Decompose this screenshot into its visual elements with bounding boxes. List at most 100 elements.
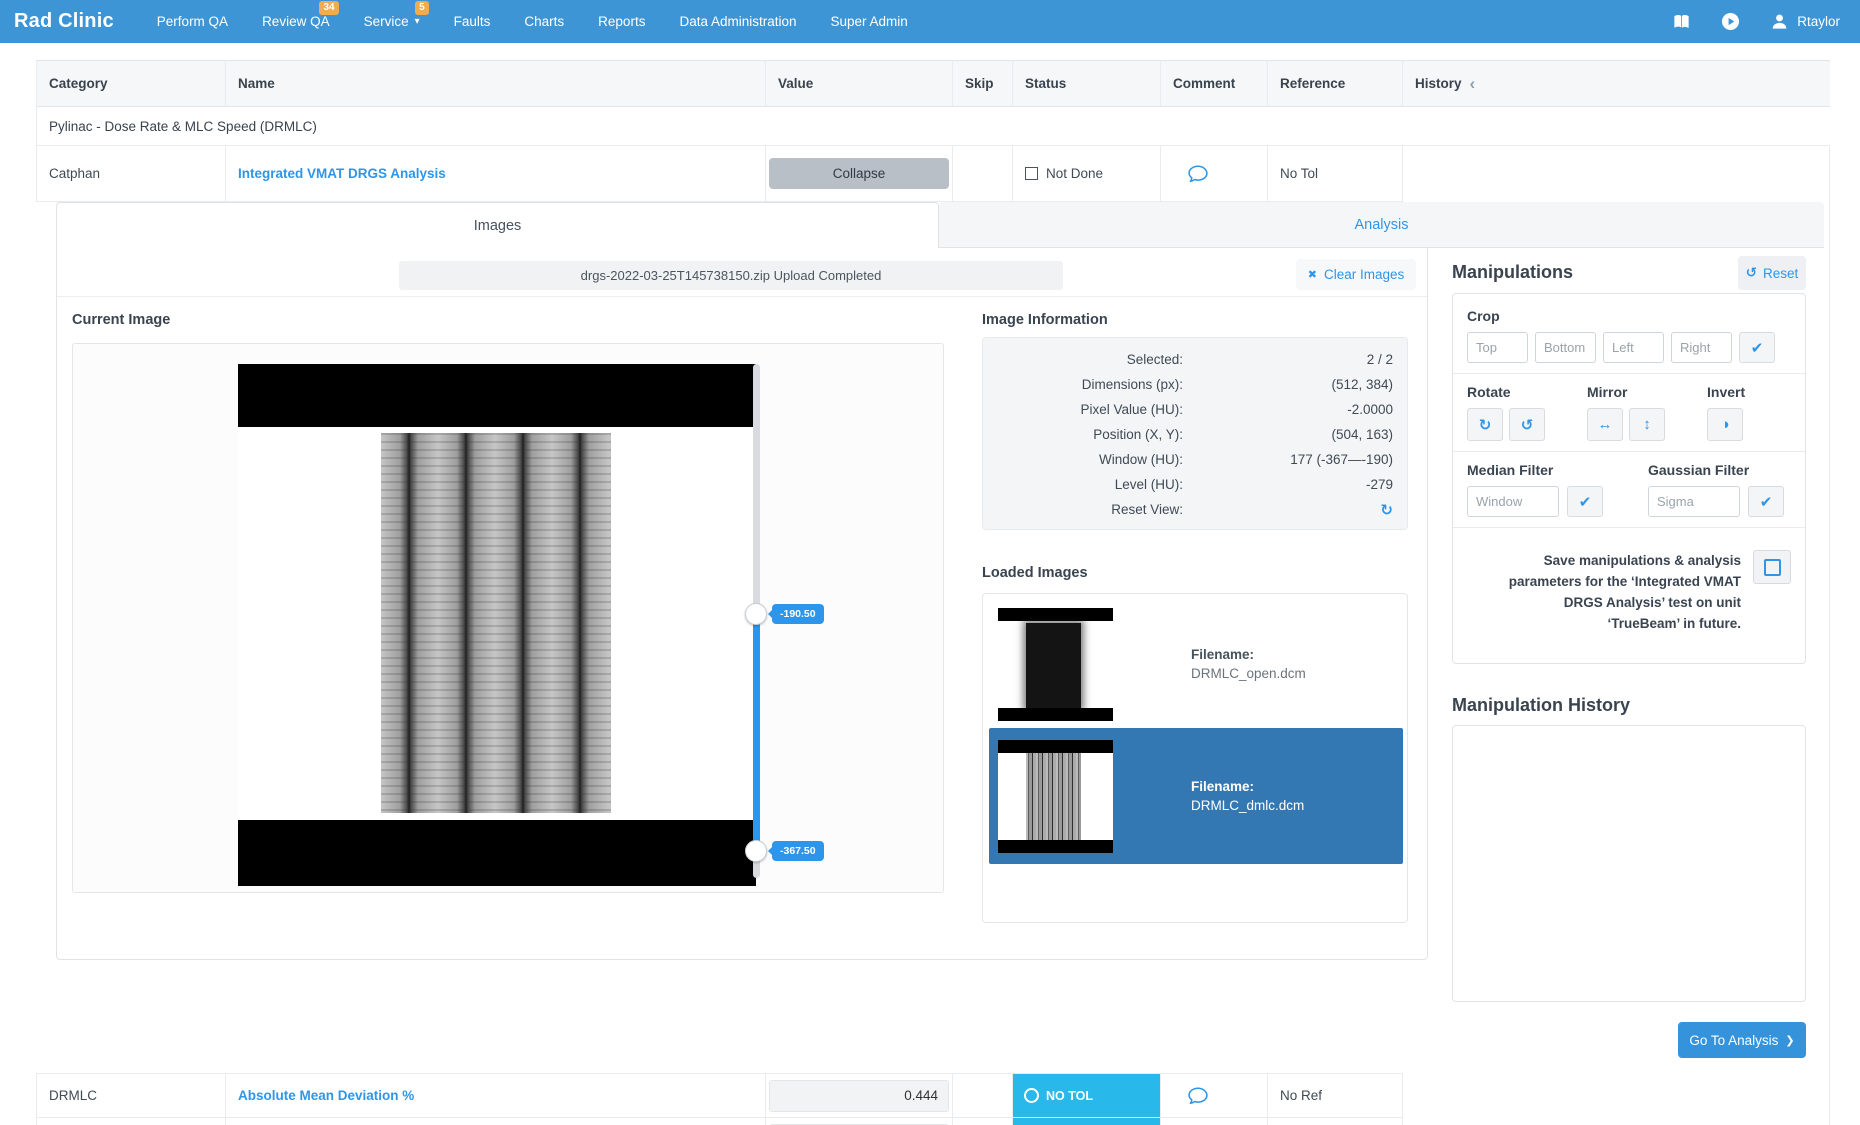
result-row-reference: No Ref bbox=[1267, 1073, 1402, 1117]
loaded-images-card: Filename: DRMLC_open.dcm Filename: DRMLC… bbox=[982, 593, 1408, 923]
rotate-cw-button[interactable]: ↻ bbox=[1467, 408, 1503, 441]
user-menu[interactable]: Rtaylor bbox=[1770, 12, 1840, 31]
info-row-selected: Selected: 2 / 2 bbox=[997, 347, 1393, 372]
column-header-skip: Skip bbox=[952, 60, 1012, 107]
result-row-skip bbox=[952, 1073, 1012, 1117]
info-row-dimensions: Dimensions (px): (512, 384) bbox=[997, 372, 1393, 397]
test-row-status: Not Done bbox=[1012, 146, 1160, 202]
reset-view-icon[interactable]: ↻ bbox=[1380, 502, 1393, 519]
info-row-reset-view: Reset View: ↻ bbox=[997, 497, 1393, 522]
column-header-category: Category bbox=[36, 60, 225, 107]
result-row-comment bbox=[1160, 1073, 1267, 1117]
column-header-name: Name bbox=[225, 60, 765, 107]
book-icon[interactable] bbox=[1672, 12, 1691, 31]
gaussian-apply-button[interactable]: ✔ bbox=[1748, 486, 1784, 517]
thumbnail-open bbox=[998, 608, 1113, 721]
nav-item-super-admin[interactable]: Super Admin bbox=[814, 0, 925, 43]
gaussian-filter-label: Gaussian Filter bbox=[1648, 462, 1784, 478]
result-row-category: DRMLC bbox=[36, 1073, 225, 1117]
caret-down-icon: ▾ bbox=[415, 16, 420, 27]
column-header-history: History ‹ bbox=[1402, 60, 1830, 107]
nav-item-perform-qa[interactable]: Perform QA bbox=[140, 0, 245, 43]
brand[interactable]: Rad Clinic bbox=[14, 10, 114, 33]
no-tol-badge: NO TOL bbox=[1012, 1117, 1160, 1125]
invert-button[interactable]: ◑ bbox=[1707, 408, 1743, 441]
tab-images[interactable]: Images bbox=[56, 202, 939, 248]
history-collapse-icon[interactable]: ‹ bbox=[1470, 75, 1476, 92]
undo-icon: ↺ bbox=[1746, 265, 1757, 281]
result-row-skip bbox=[952, 1117, 1012, 1125]
info-row-window: Window (HU): 177 (-367—-190) bbox=[997, 447, 1393, 472]
comment-icon[interactable] bbox=[1187, 1086, 1209, 1106]
test-row-name: Integrated VMAT DRGS Analysis bbox=[225, 146, 765, 202]
info-row-level: Level (HU): -279 bbox=[997, 472, 1393, 497]
loaded-image-item-open[interactable]: Filename: DRMLC_open.dcm bbox=[989, 600, 1403, 728]
nav-item-faults[interactable]: Faults bbox=[437, 0, 508, 43]
not-done-checkbox[interactable] bbox=[1025, 167, 1038, 180]
nav-item-reports[interactable]: Reports bbox=[581, 0, 662, 43]
medical-image-top-band bbox=[238, 364, 756, 427]
service-count-badge: 5 bbox=[415, 1, 429, 15]
collapse-button[interactable]: Collapse bbox=[769, 158, 949, 189]
clear-images-button[interactable]: ✖ Clear Images bbox=[1296, 259, 1416, 290]
crop-left-input[interactable] bbox=[1603, 332, 1664, 363]
test-row-reference: No Tol bbox=[1267, 146, 1402, 202]
column-header-status: Status bbox=[1012, 60, 1160, 107]
column-header-comment: Comment bbox=[1160, 60, 1267, 107]
test-row-value: Collapse bbox=[765, 146, 952, 202]
filename-label: Filename: bbox=[1191, 645, 1306, 664]
tab-analysis[interactable]: Analysis bbox=[939, 202, 1824, 248]
chevron-right-icon: ❯ bbox=[1785, 1034, 1794, 1047]
info-row-position: Position (X, Y): (504, 163) bbox=[997, 422, 1393, 447]
clear-x-icon: ✖ bbox=[1308, 268, 1317, 281]
nav-item-charts[interactable]: Charts bbox=[507, 0, 581, 43]
play-circle-icon[interactable] bbox=[1721, 12, 1740, 31]
crop-apply-button[interactable]: ✔ bbox=[1739, 332, 1775, 363]
test-row-category: Catphan bbox=[36, 146, 225, 202]
rotate-label: Rotate bbox=[1467, 384, 1545, 400]
loaded-image-item-dmlc-selected[interactable]: Filename: DRMLC_dmlc.dcm bbox=[989, 728, 1403, 864]
nav-item-service[interactable]: Service ▾ 5 bbox=[347, 0, 437, 43]
result-row-value bbox=[765, 1073, 952, 1117]
test-row-history bbox=[1402, 146, 1830, 202]
manipulations-title: Manipulations bbox=[1452, 262, 1573, 283]
navbar-right: Rtaylor bbox=[1672, 12, 1840, 31]
images-card-divider bbox=[57, 296, 1427, 297]
thumbnail-dmlc bbox=[998, 740, 1113, 853]
current-image-title: Current Image bbox=[72, 312, 170, 328]
crop-top-input[interactable] bbox=[1467, 332, 1528, 363]
result-value-input[interactable] bbox=[769, 1080, 949, 1112]
invert-label: Invert bbox=[1707, 384, 1745, 400]
test-name-link[interactable]: Integrated VMAT DRGS Analysis bbox=[238, 166, 446, 181]
comment-icon[interactable] bbox=[1187, 164, 1209, 184]
result-row-category: DRMLC bbox=[36, 1117, 225, 1125]
slider-handle-upper[interactable] bbox=[745, 603, 767, 625]
window-level-slider-range bbox=[753, 614, 760, 851]
no-tol-badge: NO TOL bbox=[1012, 1073, 1160, 1117]
manipulations-panel: Crop ✔ Rotate ↻ ↺ Mirror ↔ ↕ bbox=[1452, 293, 1806, 664]
medical-image-bottom-band bbox=[238, 820, 756, 886]
info-row-pixel-value: Pixel Value (HU): -2.0000 bbox=[997, 397, 1393, 422]
filename-label: Filename: bbox=[1191, 777, 1304, 796]
nav-item-data-administration[interactable]: Data Administration bbox=[662, 0, 813, 43]
mlc-stripe-pattern bbox=[381, 433, 611, 813]
go-to-analysis-button[interactable]: Go To Analysis ❯ bbox=[1678, 1022, 1806, 1058]
result-name-link[interactable]: Absolute Mean Deviation % bbox=[238, 1088, 414, 1103]
gaussian-sigma-input[interactable] bbox=[1648, 486, 1740, 517]
rotate-ccw-button[interactable]: ↺ bbox=[1509, 408, 1545, 441]
result-row-history bbox=[1402, 1073, 1830, 1117]
crop-right-input[interactable] bbox=[1671, 332, 1732, 363]
nav-item-review-qa[interactable]: Review QA 34 bbox=[245, 0, 347, 43]
manipulations-reset-button[interactable]: ↺ Reset bbox=[1738, 256, 1806, 290]
image-information-title: Image Information bbox=[982, 312, 1108, 328]
mirror-vertical-button[interactable]: ↕ bbox=[1629, 408, 1665, 441]
crop-bottom-input[interactable] bbox=[1535, 332, 1596, 363]
mirror-horizontal-button[interactable]: ↔ bbox=[1587, 408, 1623, 441]
result-row-name: Absolute Mean Deviation % bbox=[225, 1073, 765, 1117]
slider-handle-lower[interactable] bbox=[745, 840, 767, 862]
app-screen: Rad Clinic Perform QA Review QA 34 Servi… bbox=[0, 0, 1860, 1125]
save-parameters-checkbox[interactable] bbox=[1753, 550, 1791, 584]
test-row-comment bbox=[1160, 146, 1267, 202]
median-apply-button[interactable]: ✔ bbox=[1567, 486, 1603, 517]
median-window-input[interactable] bbox=[1467, 486, 1559, 517]
